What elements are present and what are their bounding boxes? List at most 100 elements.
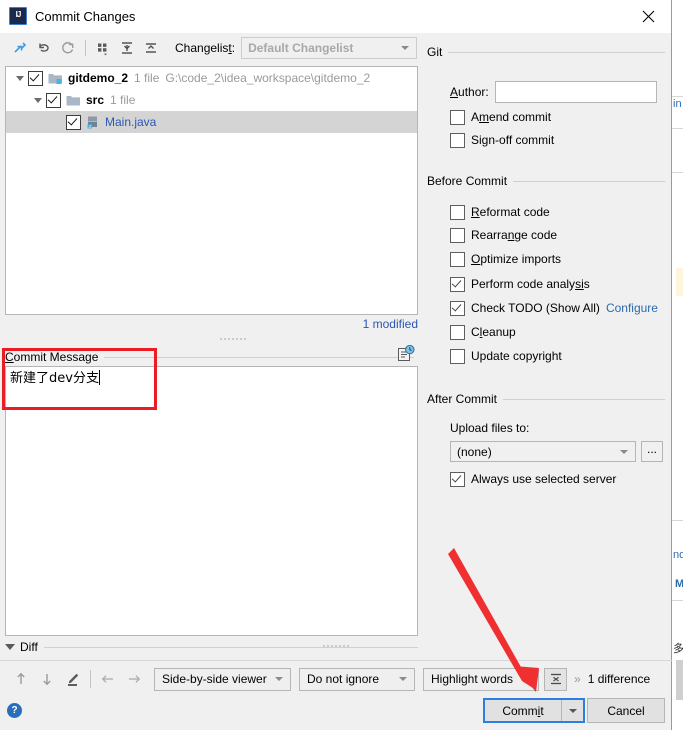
background-text-fragment: 多	[673, 643, 683, 655]
checkbox-box	[450, 227, 465, 243]
chevron-down-icon	[399, 677, 407, 681]
chevron-down-icon	[5, 644, 15, 650]
move-to-changelist-icon[interactable]	[8, 37, 32, 59]
sign-off-commit-checkbox[interactable]: Sign-off commit	[450, 131, 554, 149]
commit-message-section-header: Commit Message	[5, 350, 418, 364]
checkbox-label: Update copyright	[471, 349, 562, 363]
browse-servers-button[interactable]: ...	[641, 441, 663, 462]
after-commit-section-header: After Commit	[427, 392, 665, 406]
tree-row[interactable]: J Main.java	[6, 111, 417, 133]
checkbox-box	[450, 204, 465, 220]
close-icon[interactable]	[625, 0, 671, 32]
checkbox-box	[450, 276, 465, 292]
previous-file-icon[interactable]	[95, 667, 121, 691]
checkbox-box	[450, 300, 465, 316]
collapse-unchanged-icon[interactable]	[544, 667, 567, 691]
cancel-button[interactable]: Cancel	[587, 698, 665, 723]
amend-commit-checkbox[interactable]: Amend commit	[450, 108, 551, 126]
background-divider	[672, 172, 683, 173]
toolbar-separator	[85, 40, 86, 56]
highlight-mode-value: Highlight words	[431, 672, 514, 686]
rearrange-code-checkbox[interactable]: Rearrange code	[450, 226, 557, 244]
modified-files-count: 1 modified	[362, 317, 418, 331]
changed-files-tree[interactable]: gitdemo_2 1 file G:\code_2\idea_workspac…	[5, 66, 418, 315]
dialog-title: Commit Changes	[35, 8, 136, 24]
background-highlight-strip	[676, 268, 683, 296]
group-by-icon[interactable]	[91, 37, 115, 59]
update-copyright-checkbox[interactable]: Update copyright	[450, 347, 562, 365]
perform-code-analysis-checkbox[interactable]: Perform code analysis	[450, 275, 590, 293]
svg-text:J: J	[89, 124, 91, 129]
changelist-value: Default Changelist	[248, 41, 354, 55]
java-file-icon: J	[86, 115, 100, 129]
previous-difference-icon[interactable]	[8, 667, 34, 691]
before-commit-section-label: Before Commit	[427, 174, 508, 188]
upload-server-combobox[interactable]: (none)	[450, 441, 636, 462]
toolbar-divider	[0, 660, 672, 661]
checkbox-box	[450, 132, 465, 148]
rollback-icon[interactable]	[32, 37, 56, 59]
configure-todo-link[interactable]: Configure	[606, 301, 658, 315]
commit-message-input[interactable]: 新建了dev分支	[5, 366, 418, 636]
diff-section-header[interactable]: Diff	[5, 640, 418, 654]
collapse-all-icon[interactable]	[139, 37, 163, 59]
commit-dropdown-button[interactable]	[562, 700, 583, 721]
optimize-imports-checkbox[interactable]: Optimize imports	[450, 250, 561, 268]
checkbox-label: Cleanup	[471, 325, 516, 339]
upload-files-label: Upload files to:	[450, 421, 530, 435]
background-text-fragment: in	[673, 98, 682, 110]
checkbox-label: Always use selected server	[471, 472, 617, 486]
chevron-down-icon[interactable]	[30, 92, 46, 108]
help-button[interactable]: ?	[7, 703, 22, 718]
next-difference-icon[interactable]	[34, 667, 60, 691]
tree-row[interactable]: src 1 file	[6, 89, 417, 111]
tree-node-path: G:\code_2\idea_workspace\gitdemo_2	[165, 71, 371, 85]
module-folder-icon	[48, 72, 63, 85]
ignore-mode-combobox[interactable]: Do not ignore	[299, 667, 415, 691]
commit-button-label[interactable]: Comm i t	[485, 700, 562, 721]
background-text-fragment: M	[675, 578, 683, 590]
changelist-combobox[interactable]: Default Changelist	[241, 37, 418, 59]
tree-checkbox[interactable]	[66, 114, 81, 130]
author-label: Author:	[450, 85, 489, 99]
ignore-mode-value: Do not ignore	[307, 672, 380, 686]
next-file-icon[interactable]	[121, 667, 147, 691]
commit-message-label: Commit Message	[5, 350, 99, 364]
upload-server-value: (none)	[457, 444, 492, 459]
tree-row[interactable]: gitdemo_2 1 file G:\code_2\idea_workspac…	[6, 67, 417, 89]
viewer-mode-value: Side-by-side viewer	[162, 672, 267, 686]
section-rule	[503, 398, 665, 400]
toolbar-overflow-button[interactable]: »	[574, 672, 581, 686]
tree-splitter-handle[interactable]	[219, 337, 247, 342]
always-use-server-checkbox[interactable]: Always use selected server	[450, 470, 616, 488]
diff-splitter-handle[interactable]	[322, 644, 350, 649]
tree-node-name: Main.java	[105, 115, 157, 129]
checkbox-label: Reformat code	[471, 205, 550, 219]
edit-source-icon[interactable]	[60, 667, 86, 691]
tree-checkbox[interactable]	[46, 92, 61, 108]
viewer-mode-combobox[interactable]: Side-by-side viewer	[154, 667, 291, 691]
commit-changes-dialog: Commit Changes	[0, 0, 672, 730]
tree-node-meta: 1 file	[134, 71, 160, 85]
checkbox-label: Perform code analysis	[471, 277, 590, 291]
chevron-down-icon[interactable]	[12, 70, 28, 86]
checkbox-label: Check TODO (Show All)	[471, 301, 600, 315]
cleanup-checkbox[interactable]: Cleanup	[450, 323, 516, 341]
chevron-down-icon	[620, 449, 628, 454]
refresh-icon[interactable]	[56, 37, 80, 59]
check-todo-checkbox[interactable]: Check TODO (Show All) Configure	[450, 299, 658, 317]
reformat-code-checkbox[interactable]: Reformat code	[450, 203, 550, 221]
background-scrollbar[interactable]	[676, 660, 683, 700]
highlight-mode-combobox[interactable]: Highlight words	[423, 667, 539, 691]
author-field[interactable]	[494, 81, 657, 103]
checkbox-box	[450, 471, 465, 487]
after-commit-section-label: After Commit	[427, 392, 498, 406]
commit-message-history-icon[interactable]	[397, 344, 415, 363]
background-divider	[672, 520, 683, 521]
tree-checkbox[interactable]	[28, 70, 43, 86]
expand-all-icon[interactable]	[115, 37, 139, 59]
commit-button[interactable]: Comm i t	[483, 698, 585, 723]
checkbox-label: Rearrange code	[471, 228, 558, 242]
toolbar-separator	[90, 670, 91, 688]
before-commit-section-header: Before Commit	[427, 174, 665, 188]
